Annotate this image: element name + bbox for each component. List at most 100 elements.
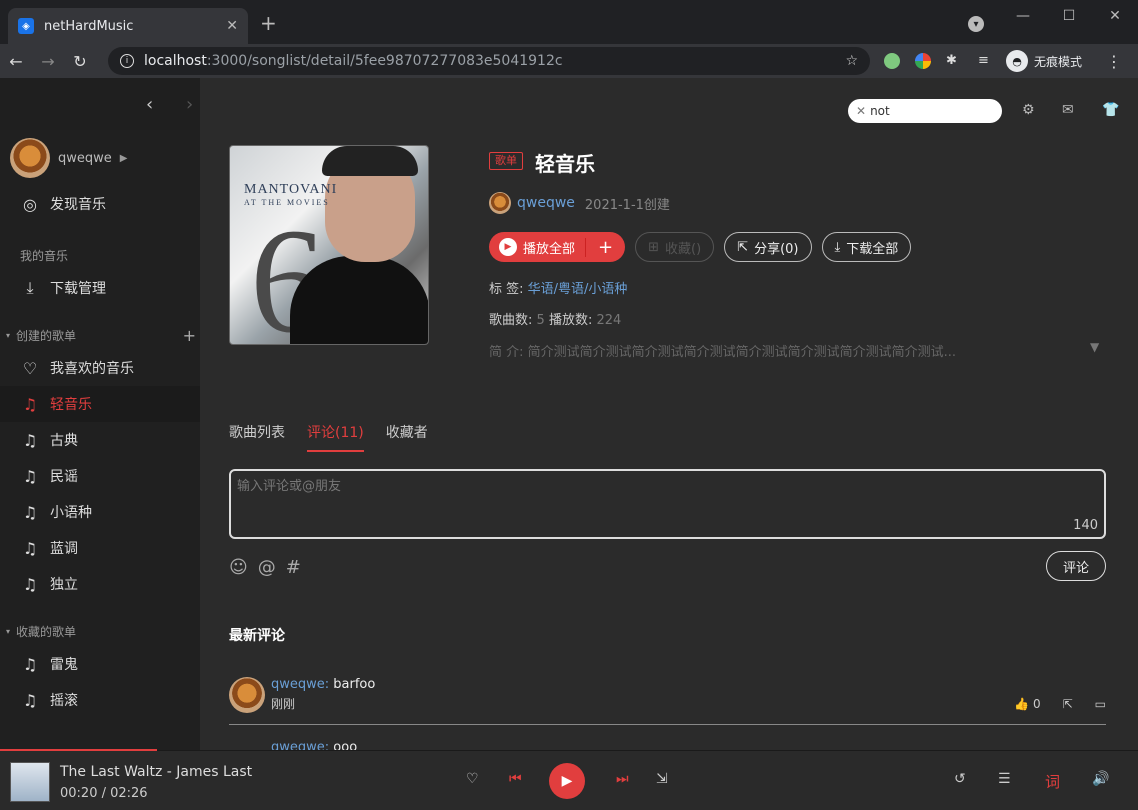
comment-avatar[interactable] (229, 677, 265, 713)
reload-icon[interactable]: ↻ (64, 52, 96, 71)
settings-gear-icon[interactable]: ⚙ (1022, 102, 1035, 118)
download-all-button[interactable]: ⤓ 下载全部 (821, 232, 912, 262)
previous-track-icon[interactable]: ⏮ (509, 771, 522, 787)
play-count: 224 (596, 313, 622, 328)
tab-song-list[interactable]: 歌曲列表 (229, 422, 285, 452)
add-playlist-icon[interactable]: + (183, 326, 196, 345)
share-comment-icon[interactable]: ⇱ (1063, 697, 1073, 711)
cover-figure (290, 256, 428, 344)
download-icon: ⤓ (26, 278, 34, 297)
history-forward-icon[interactable]: › (186, 94, 193, 115)
site-info-icon[interactable]: i (120, 54, 134, 68)
sidebar-item-indie[interactable]: ♫ 独立 (0, 566, 200, 602)
add-to-queue-icon[interactable]: + (586, 237, 625, 258)
char-remaining: 140 (1073, 518, 1098, 533)
sidebar-item-classical[interactable]: ♫ 古典 (0, 422, 200, 458)
sidebar-item-liked[interactable]: ♡ 我喜欢的音乐 (0, 350, 200, 386)
sidebar-item-label: 蓝调 (50, 541, 78, 557)
search-input[interactable]: ✕ not (848, 99, 1002, 123)
tab-subscribers[interactable]: 收藏者 (386, 422, 428, 452)
tab-comments[interactable]: 评论(11) (307, 422, 364, 452)
sidebar-item-folk[interactable]: ♫ 民谣 (0, 458, 200, 494)
sidebar-item-label: 我喜欢的音乐 (50, 361, 134, 377)
chevron-right-icon: ▶ (119, 152, 128, 164)
mention-icon[interactable]: @ (258, 557, 276, 578)
reading-list-icon[interactable]: ≡ (978, 53, 994, 69)
music-note-icon: ♫ (22, 538, 38, 558)
extension-chrome-icon[interactable] (915, 53, 931, 69)
browser-menu-icon[interactable]: ⋮ (1106, 52, 1122, 71)
comment-user[interactable]: qweqwe: (271, 677, 329, 692)
bookmark-star-icon[interactable]: ☆ (845, 53, 858, 69)
sidebar-item-label: 古典 (50, 433, 78, 449)
history-back-icon[interactable]: ‹ (146, 94, 153, 115)
extensions-puzzle-icon[interactable]: ✱ (946, 53, 962, 69)
sidebar-item-discover[interactable]: ◎ 发现音乐 (0, 186, 200, 222)
tab-close-icon[interactable]: ✕ (226, 18, 238, 34)
user-name[interactable]: qweqwe (58, 151, 112, 166)
clear-search-icon[interactable]: ✕ (856, 104, 866, 118)
hashtag-icon[interactable]: # (286, 557, 301, 578)
next-track-icon[interactable]: ⏭ (616, 771, 629, 787)
user-profile[interactable]: qweqwe ▶ (0, 130, 200, 186)
playlist-title: 轻音乐 (535, 152, 595, 176)
browser-tab[interactable]: ◈ netHardMusic ✕ (8, 8, 248, 44)
play-all-button[interactable]: ▶ 播放全部 + (489, 232, 626, 262)
lyrics-button[interactable]: 词 (1045, 771, 1060, 792)
tags-row: 标 签: 华语/粤语/小语种 (489, 278, 627, 297)
mini-mode-icon[interactable]: ⇲ (656, 771, 668, 787)
creator-avatar[interactable] (489, 192, 511, 214)
maximize-icon[interactable]: ☐ (1046, 0, 1092, 32)
playlist-actions: ▶ 播放全部 + ⊞ 收藏() ⇱ 分享(0) ⤓ 下载全部 (489, 232, 912, 262)
created-playlists-header[interactable]: ▾ 创建的歌单 + (0, 320, 200, 350)
back-icon[interactable]: ← (0, 52, 32, 71)
sidebar-item-downloads[interactable]: ⤓ 下载管理 (0, 270, 200, 306)
close-window-icon[interactable]: ✕ (1092, 0, 1138, 32)
playlist-cover: 6 MANTOVANI AT THE MOVIES (229, 145, 429, 345)
sidebar-item-light-music[interactable]: ♫ 轻音乐 (0, 386, 200, 422)
reply-icon[interactable]: ▭ (1095, 697, 1106, 711)
browser-tabstrip: ◈ netHardMusic ✕ + ▾ — ☐ ✕ (0, 0, 1138, 44)
emoji-icon[interactable]: ☺ (229, 557, 248, 578)
theme-shirt-icon[interactable]: 👕 (1102, 102, 1119, 118)
tab-search-icon[interactable]: ▾ (968, 16, 984, 32)
collect-button[interactable]: ⊞ 收藏() (635, 232, 715, 262)
collected-playlists-header[interactable]: ▾ 收藏的歌单 (0, 616, 200, 646)
sidebar-item-reggae[interactable]: ♫ 雷鬼 (0, 646, 200, 682)
now-playing-cover[interactable] (10, 762, 50, 802)
comment-time: 刚刚 (271, 697, 296, 711)
window-controls: — ☐ ✕ (1000, 0, 1138, 32)
share-button[interactable]: ⇱ 分享(0) (724, 232, 812, 262)
incognito-indicator[interactable]: ◓ 无痕模式 (1006, 49, 1082, 73)
address-bar[interactable]: i localhost:3000/songlist/detail/5fee987… (108, 47, 870, 75)
desc-label: 简 介: (489, 345, 524, 360)
forward-icon[interactable]: → (32, 52, 64, 71)
loop-mode-icon[interactable]: ↺ (954, 771, 966, 787)
sidebar-item-minor-language[interactable]: ♫ 小语种 (0, 494, 200, 530)
avatar[interactable] (10, 138, 50, 178)
like-button[interactable]: 👍 0 (1014, 697, 1040, 711)
tags-links[interactable]: 华语/粤语/小语种 (528, 282, 628, 297)
like-heart-icon[interactable]: ♡ (466, 771, 479, 787)
submit-comment-button[interactable]: 评论 (1046, 551, 1106, 581)
cover-hair (322, 146, 418, 176)
minimize-icon[interactable]: — (1000, 0, 1046, 32)
expand-description-icon[interactable]: ▼ (1090, 340, 1099, 354)
volume-icon[interactable]: 🔊 (1092, 771, 1109, 787)
extension-green-icon[interactable] (884, 53, 900, 69)
play-count-label: 播放数: (548, 313, 593, 328)
playlist-queue-icon[interactable]: ☰ (998, 771, 1011, 787)
music-note-icon: ♫ (22, 574, 38, 594)
new-tab-button[interactable]: + (260, 13, 277, 33)
play-all-main[interactable]: ▶ 播放全部 (489, 237, 587, 257)
sidebar-item-blues[interactable]: ♫ 蓝调 (0, 530, 200, 566)
now-playing-title[interactable]: The Last Waltz - James Last (60, 764, 252, 780)
play-button[interactable]: ▶ (549, 763, 585, 799)
comment-user[interactable]: qweqwe: (271, 740, 329, 750)
comment-input[interactable]: 输入评论或@朋友 140 (229, 469, 1106, 539)
playback-progress[interactable] (0, 749, 158, 751)
creator-name[interactable]: qweqwe (517, 195, 575, 211)
mail-icon[interactable]: ✉ (1062, 102, 1074, 118)
incognito-icon: ◓ (1006, 50, 1028, 72)
sidebar-item-rock[interactable]: ♫ 摇滚 (0, 682, 200, 718)
